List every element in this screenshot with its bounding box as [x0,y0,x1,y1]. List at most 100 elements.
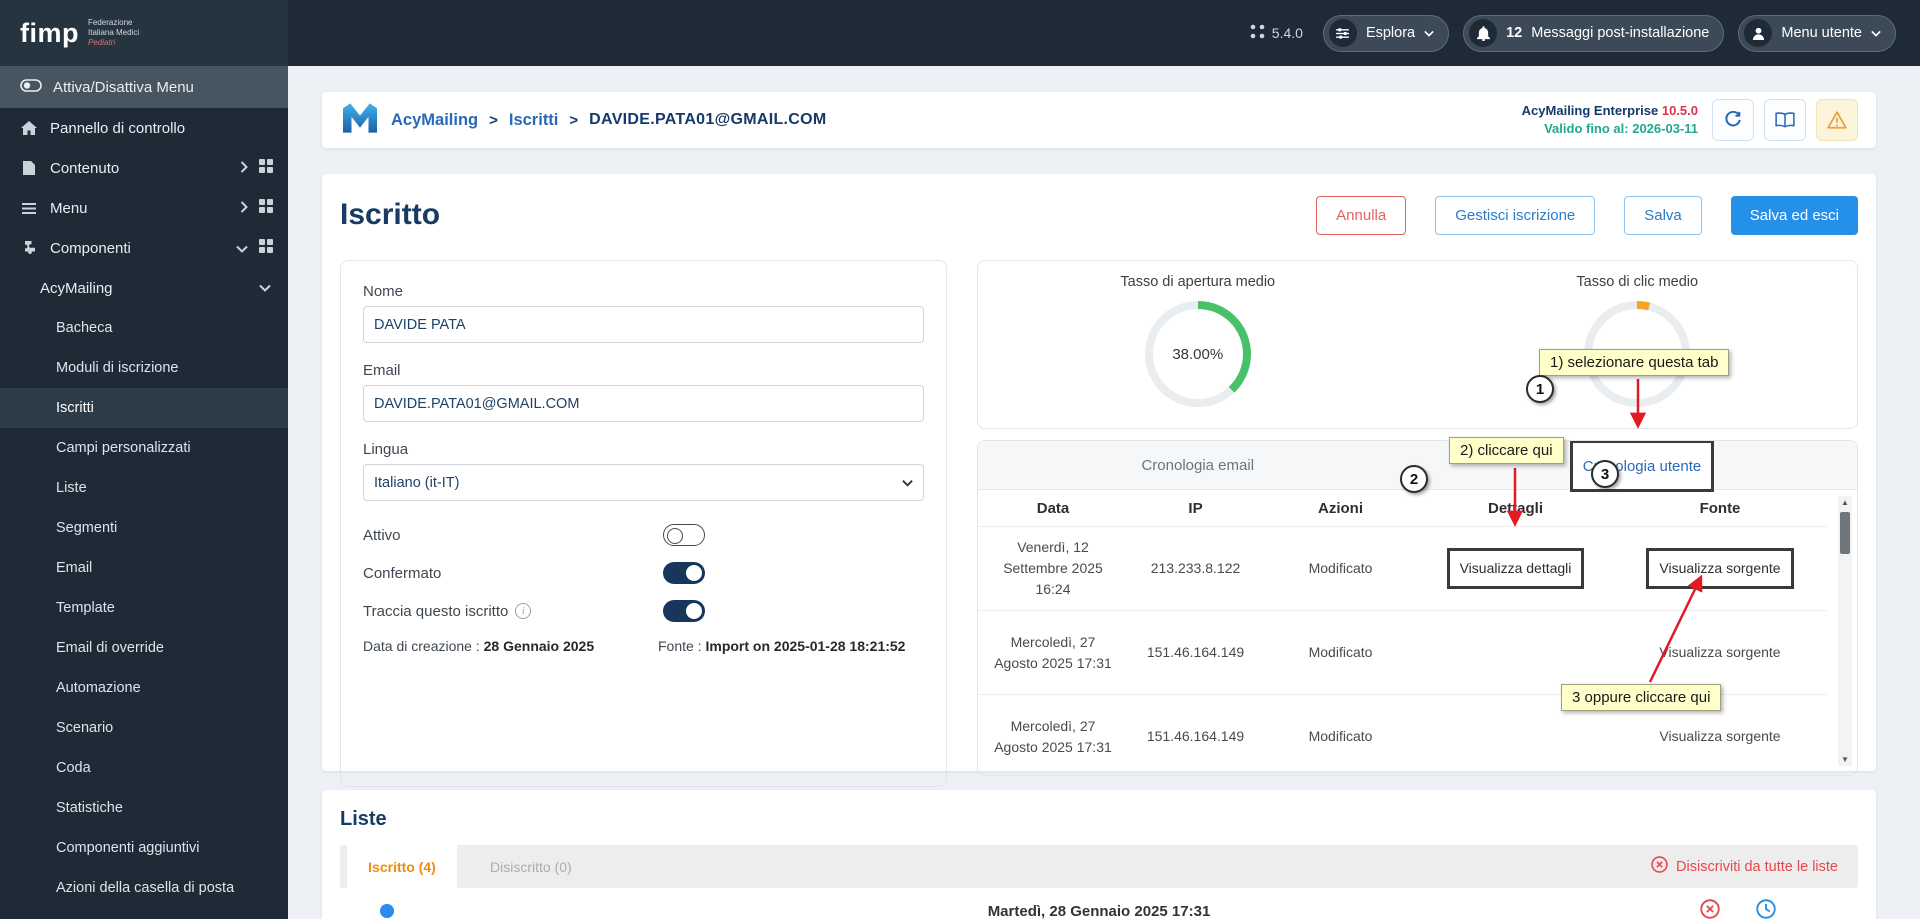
lists-panel: Liste Iscritto (4) Disiscritto (0) Disis… [322,790,1876,919]
sidebar-item-acymailing[interactable]: AcyMailing [0,268,288,308]
col-header-fonte: Fonte [1699,499,1741,517]
sidebar-item-bacheca[interactable]: Bacheca [0,308,288,348]
chevron-down-icon [902,475,913,491]
sidebar-item-iscritti[interactable]: Iscritti [0,388,288,428]
confirmed-toggle[interactable] [663,562,705,584]
grid-icon[interactable] [259,159,273,177]
list-item: Martedì, 28 Gennaio 2025 17:31 [340,888,1858,919]
list-history-icon[interactable] [1756,899,1776,919]
col-header-azioni: Azioni [1318,499,1363,517]
sidebar-menu-toggle[interactable]: Attiva/Disattiva Menu [0,66,288,108]
user-menu-label: Menu utente [1781,25,1862,41]
col-header-ip: IP [1188,499,1203,517]
remove-from-list-icon[interactable] [1700,899,1720,919]
history-scrollbar[interactable]: ▲ ▼ [1838,496,1852,766]
tab-subscribed[interactable]: Iscritto (4) [347,845,457,888]
home-icon [20,121,38,135]
breadcrumb-iscritti[interactable]: Iscritti [509,111,559,130]
scrollbar-thumb[interactable] [1840,512,1850,554]
sidebar-item-coda[interactable]: Coda [0,748,288,788]
list-icon [20,202,38,214]
grid-icon[interactable] [259,199,273,217]
menu-toggle-label: Attiva/Disattiva Menu [53,78,194,96]
unsubscribe-all-link[interactable]: Disiscriviti da tutte le liste [1651,856,1838,877]
history-action: Modificato [1308,560,1373,576]
history-ip: 151.46.164.149 [1146,728,1245,744]
sidebar-item-segmenti[interactable]: Segmenti [0,508,288,548]
chevron-down-icon [1871,30,1881,37]
tab-email-history[interactable]: Cronologia email [1141,441,1254,489]
view-details-link[interactable]: Visualizza dettagli [1446,548,1585,589]
stats-panel: Tasso di apertura medio 38.00% Tasso di … [977,260,1858,429]
sidebar-item-scenario[interactable]: Scenario [0,708,288,748]
documentation-book-button[interactable] [1764,99,1806,141]
source-label: Fonte : [658,638,702,654]
sidebar-item-componenti-aggiuntivi[interactable]: Componenti aggiuntivi [0,828,288,868]
refresh-button[interactable] [1712,99,1754,141]
name-field[interactable] [363,306,924,343]
sidebar-item-automazione[interactable]: Automazione [0,668,288,708]
save-button[interactable]: Salva [1624,195,1702,235]
breadcrumb-acymailing[interactable]: AcyMailing [391,111,478,130]
history-ip: 151.46.164.149 [1146,644,1245,660]
language-select[interactable]: Italiano (it-IT) [363,464,924,501]
view-source-link[interactable]: Visualizza sorgente [1646,548,1794,589]
col-header-dettagli: Dettagli [1487,499,1543,517]
messages-count-badge: 12 [1506,25,1523,41]
history-action: Modificato [1308,728,1373,744]
logo-subtext: Federazione Italiana Medici Pediatri [88,18,140,47]
view-source-link[interactable]: Visualizza sorgente [1613,642,1827,663]
active-toggle[interactable] [663,524,705,546]
acymailing-logo [340,101,380,140]
sidebar-item-campi-personalizzati[interactable]: Campi personalizzati [0,428,288,468]
track-toggle[interactable] [663,600,705,622]
post-install-messages-button[interactable]: 12 Messaggi post-installazione [1463,14,1725,52]
user-menu-button[interactable]: Menu utente [1738,14,1896,52]
sidebar-item-components[interactable]: Componenti [0,228,288,268]
manage-subscription-button[interactable]: Gestisci iscrizione [1435,195,1596,235]
puzzle-icon [20,240,38,256]
breadcrumb-separator: > [489,111,498,129]
chevron-right-icon [240,160,248,177]
logo-text: fimp [20,17,79,48]
sidebar-item-email-di-override[interactable]: Email di override [0,628,288,668]
sidebar-item-statistiche[interactable]: Statistiche [0,788,288,828]
tab-user-history[interactable]: Cronologia utente [1570,441,1714,492]
subscription-date: Martedì, 28 Gennaio 2025 17:31 [987,903,1211,919]
view-source-link[interactable]: Visualizza sorgente [1613,726,1827,747]
info-icon: i [515,603,532,619]
sidebar-item-dashboard[interactable]: Pannello di controllo [0,108,288,148]
scroll-down-arrow[interactable]: ▼ [1838,755,1852,764]
track-label: Traccia questo iscritto [363,602,509,620]
click-rate-gauge: 4.00% [1584,301,1691,407]
sidebar-item-label: Pannello di controllo [50,119,186,137]
site-logo: fimp Federazione Italiana Medici Pediatr… [0,0,288,66]
breadcrumb-current: DAVIDE.PATA01@GMAIL.COM [589,111,827,128]
sidebar-item-moduli-di-iscrizione[interactable]: Moduli di iscrizione [0,348,288,388]
sidebar-item-content[interactable]: Contenuto [0,148,288,188]
sidebar-item-azioni-casella-posta[interactable]: Azioni della casella di posta [0,868,288,908]
sidebar-item-liste[interactable]: Liste [0,468,288,508]
tab-unsubscribed[interactable]: Disiscritto (0) [490,859,572,875]
warning-button[interactable] [1816,99,1858,141]
sidebar-item-email[interactable]: Email [0,548,288,588]
col-header-data: Data [1036,499,1070,517]
email-history-table: Data IP Azioni Dettagli Fonte Venerdì, 1… [978,490,1857,775]
name-label: Nome [363,283,404,300]
scroll-up-arrow[interactable]: ▲ [1838,498,1852,507]
cancel-button[interactable]: Annulla [1316,195,1407,235]
sidebar-item-menu[interactable]: Menu [0,188,288,228]
click-rate-label: Tasso di clic medio [1576,274,1699,290]
explore-button[interactable]: Esplora [1322,14,1450,52]
sidebar-item-template[interactable]: Template [0,588,288,628]
save-and-exit-button[interactable]: Salva ed esci [1730,195,1858,235]
sidebar-item-label: Menu [50,199,88,217]
grid-icon[interactable] [259,239,273,257]
sidebar: fimp Federazione Italiana Medici Pediatr… [0,0,288,919]
email-field[interactable] [363,385,924,422]
confirmed-label: Confermato [363,564,442,582]
active-label: Attivo [363,526,401,544]
toggle-icon [20,78,42,96]
user-icon [1744,19,1773,47]
license-info: AcyMailing Enterprise 10.5.0 Valido fino… [1521,102,1698,136]
